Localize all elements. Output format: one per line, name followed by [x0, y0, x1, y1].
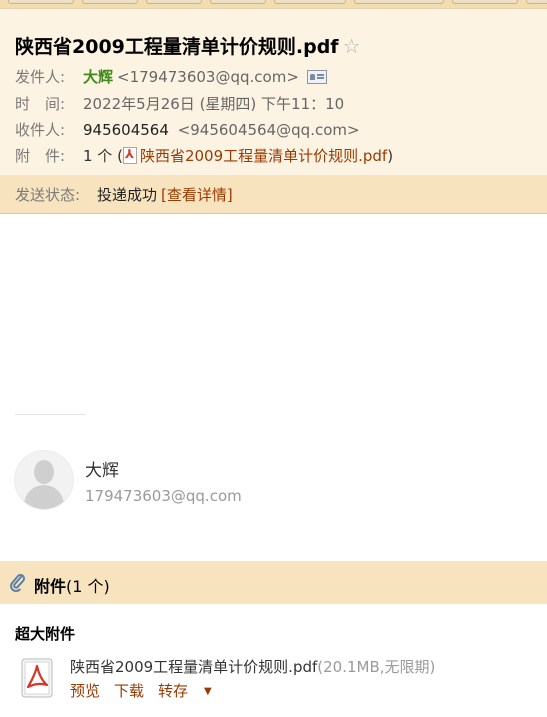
- toolbar-button[interactable]: [146, 0, 202, 4]
- time-row: 时 间: 2022年5月26日 (星期四) 下午11：10: [15, 93, 344, 114]
- status-value: 投递成功: [97, 186, 158, 204]
- pdf-file-icon: [21, 658, 53, 698]
- attachment-file[interactable]: 陕西省2009工程量清单计价规则.pdf(20.1MB,无限期): [70, 656, 435, 677]
- save-to-link[interactable]: 转存 ▼: [158, 682, 226, 700]
- contact-card-icon[interactable]: [306, 70, 327, 84]
- to-row: 收件人: 945604564 <945604564@qq.com>: [15, 119, 360, 140]
- recipient-address: <945604564@qq.com>: [177, 121, 360, 139]
- recipient-name[interactable]: 945604564: [83, 121, 169, 139]
- pdf-icon: [122, 147, 137, 164]
- download-link[interactable]: 下载: [114, 682, 144, 700]
- email-subject: 陕西省2009工程量清单计价规则.pdf ☆: [15, 32, 361, 59]
- status-label: 发送状态:: [15, 186, 81, 204]
- attachment-count: 1 个 (: [83, 147, 123, 165]
- signature-divider: [15, 414, 85, 415]
- toolbar-button[interactable]: [354, 0, 444, 4]
- to-label: 收件人:: [15, 121, 66, 139]
- attachment-file-meta: (20.1MB,无限期): [317, 658, 436, 676]
- avatar: [15, 451, 73, 509]
- paperclip-icon: [10, 574, 26, 592]
- large-attachment-label: 超大附件: [15, 625, 76, 643]
- toolbar: [0, 0, 547, 8]
- attachment-label: 附 件:: [15, 147, 66, 165]
- sender-address: <179473603@qq.com>: [117, 68, 299, 86]
- subject-text: 陕西省2009工程量清单计价规则.pdf: [15, 36, 339, 58]
- toolbar-button[interactable]: [8, 0, 74, 4]
- attachment-row: 附 件: 1 个 ( 陕西省2009工程量清单计价规则.pdf): [15, 145, 393, 166]
- toolbar-button[interactable]: [274, 0, 346, 4]
- toolbar-button[interactable]: [82, 0, 138, 4]
- attachments-count: (1 个): [66, 577, 110, 596]
- save-to-label[interactable]: 转存: [158, 682, 188, 700]
- view-details-link[interactable]: [查看详情]: [161, 186, 233, 204]
- time-label: 时 间:: [15, 95, 66, 113]
- toolbar-button[interactable]: [452, 0, 518, 4]
- signature-email: 179473603@qq.com: [85, 487, 242, 505]
- email-header: 陕西省2009工程量清单计价规则.pdf ☆ 发件人: 大辉 <179473603@q…: [0, 8, 547, 175]
- from-label: 发件人:: [15, 68, 66, 86]
- toolbar-button[interactable]: [526, 0, 547, 4]
- attachments-title: 附件(1 个): [34, 573, 110, 597]
- attachments-header: 附件(1 个): [0, 561, 547, 604]
- delivery-status-bar: 发送状态: 投递成功 [查看详情]: [0, 175, 547, 214]
- time-value: 2022年5月26日 (星期四) 下午11：10: [83, 95, 345, 113]
- signature-name: 大辉: [85, 461, 119, 481]
- attachment-file-name[interactable]: 陕西省2009工程量清单计价规则.pdf: [70, 658, 317, 676]
- from-row: 发件人: 大辉 <179473603@qq.com>: [15, 66, 327, 87]
- attachment-link[interactable]: 陕西省2009工程量清单计价规则.pdf: [140, 147, 387, 165]
- attachment-actions: 预览 下载 转存 ▼: [70, 680, 226, 701]
- attachment-close: ): [387, 147, 394, 165]
- avatar-head-shape: [34, 460, 54, 484]
- sender-name[interactable]: 大辉: [83, 68, 113, 86]
- star-icon[interactable]: ☆: [343, 34, 361, 58]
- avatar-body-shape: [24, 485, 64, 509]
- attachments-title-bold: 附件: [34, 577, 67, 596]
- status-row: 发送状态: 投递成功 [查看详情]: [15, 184, 233, 205]
- preview-link[interactable]: 预览: [70, 682, 100, 700]
- toolbar-button[interactable]: [210, 0, 266, 4]
- chevron-down-icon[interactable]: ▼: [204, 686, 212, 697]
